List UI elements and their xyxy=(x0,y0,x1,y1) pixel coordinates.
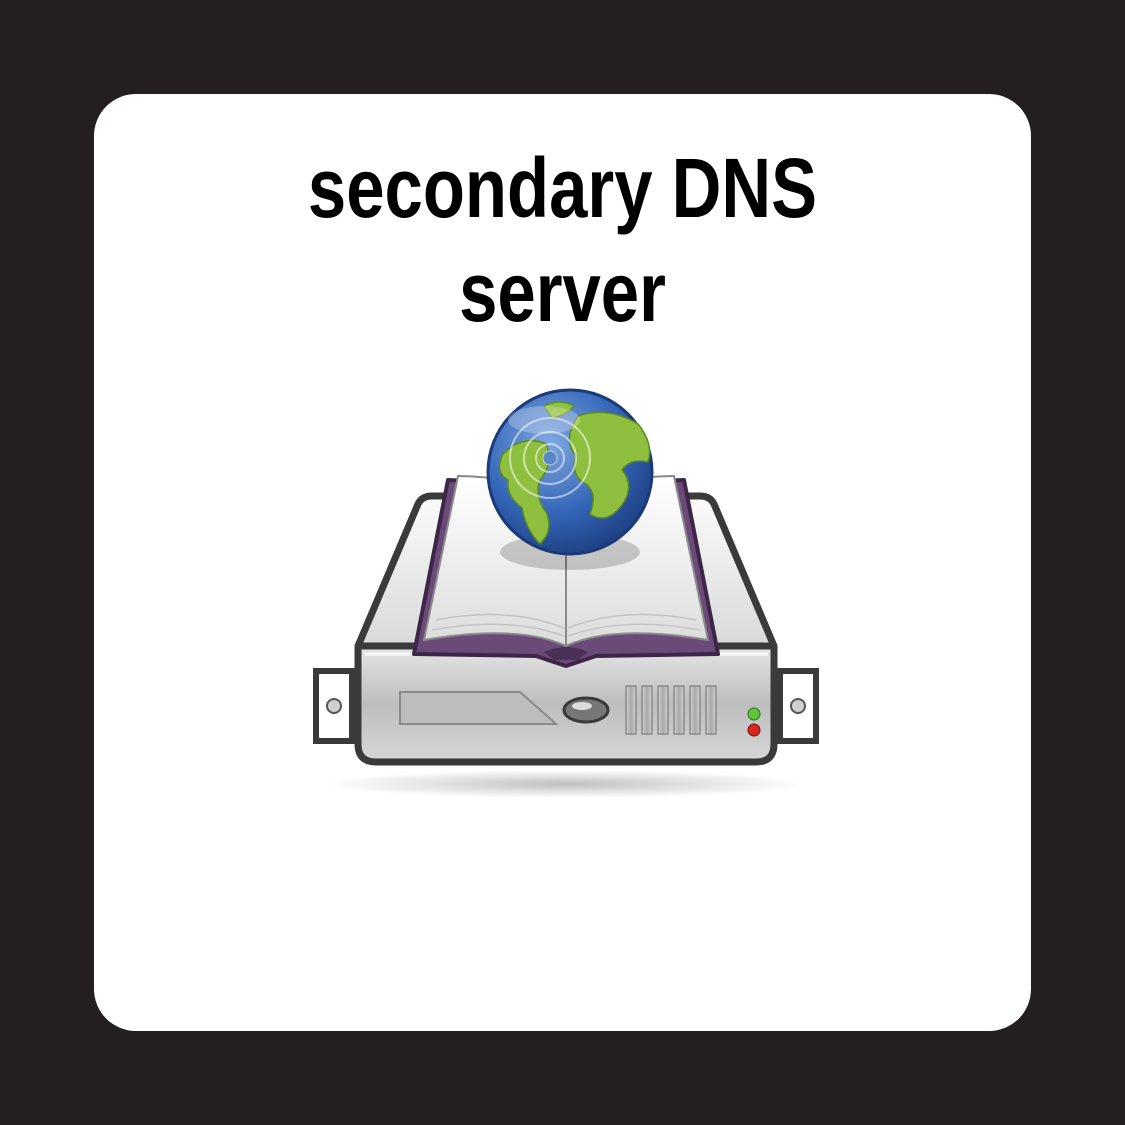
title-line-2: server xyxy=(459,245,666,339)
title-line-1: secondary DNS xyxy=(307,141,818,235)
card-title: secondary DNS server xyxy=(178,136,946,344)
globe xyxy=(486,388,654,556)
rack-ear-left xyxy=(313,668,355,744)
rack-ear-right xyxy=(777,668,819,744)
background-frame: secondary DNS server xyxy=(0,0,1125,1125)
dns-server-book-globe-icon xyxy=(313,388,819,798)
label-card: secondary DNS server xyxy=(94,94,1031,1031)
